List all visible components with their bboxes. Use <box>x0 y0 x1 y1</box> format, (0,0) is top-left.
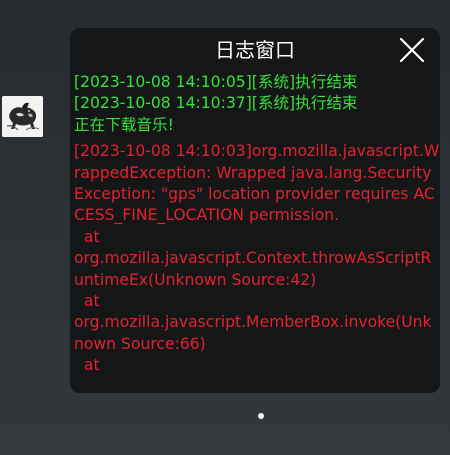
log-content[interactable]: [2023-10-08 14:10:05][系统]执行结束 [2023-10-0… <box>70 72 440 377</box>
log-window-title: 日志窗口 <box>215 38 295 62</box>
floating-avatar[interactable] <box>2 96 43 137</box>
close-icon <box>399 37 425 63</box>
log-entry: [2023-10-08 14:10:03]org.mozilla.javascr… <box>74 142 440 375</box>
log-window-header: 日志窗口 <box>70 28 440 72</box>
log-entry: 正在下载音乐! <box>74 115 174 134</box>
log-entry: [2023-10-08 14:10:37][系统]执行结束 <box>74 94 358 113</box>
page-dot-icon <box>258 413 264 419</box>
log-entry: [2023-10-08 14:10:05][系统]执行结束 <box>74 73 358 91</box>
close-button[interactable] <box>398 36 426 64</box>
wolf-ink-painting-icon <box>2 96 43 137</box>
log-window: 日志窗口 [2023-10-08 14:10:05][系统]执行结束 [2023… <box>70 28 440 393</box>
